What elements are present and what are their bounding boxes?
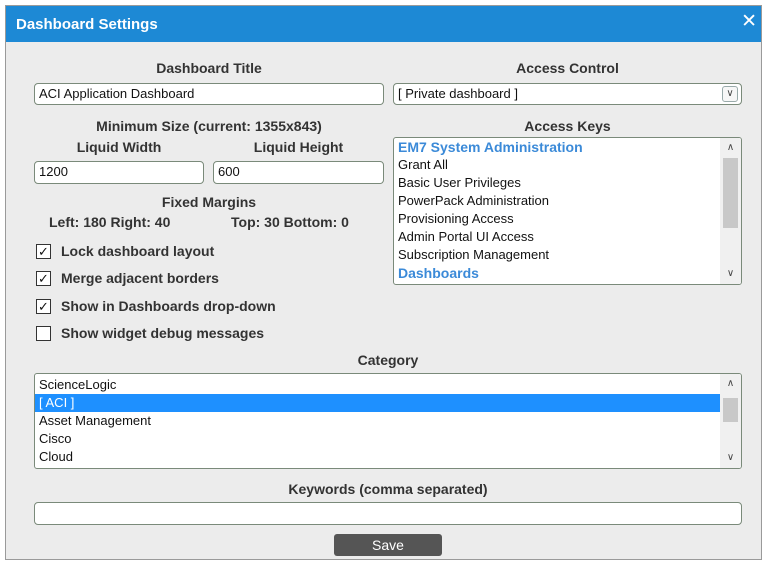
show-widget-debug-checkbox[interactable] xyxy=(36,326,51,341)
category-item-selected[interactable]: [ ACI ] xyxy=(35,394,741,412)
liquid-height-label: Liquid Height xyxy=(253,139,344,155)
category-item[interactable]: Asset Management xyxy=(35,412,741,430)
scroll-down-arrow[interactable]: ∨ xyxy=(720,266,741,282)
access-control-select[interactable]: [ Private dashboard ] ∨ xyxy=(393,83,742,105)
liquid-width-label: Liquid Width xyxy=(76,139,162,155)
merge-adjacent-borders-label: Merge adjacent borders xyxy=(61,270,219,286)
show-in-dashboards-dropdown-label: Show in Dashboards drop-down xyxy=(61,298,276,314)
dashboard-title-input[interactable]: ACI Application Dashboard xyxy=(34,83,384,105)
scroll-down-arrow[interactable]: ∨ xyxy=(720,450,741,466)
access-keys-list[interactable]: EM7 System Administration Grant All Basi… xyxy=(393,137,742,285)
lock-dashboard-layout-label: Lock dashboard layout xyxy=(61,243,215,259)
liquid-height-input[interactable]: 600 xyxy=(213,161,384,184)
keywords-input[interactable] xyxy=(34,502,742,525)
show-in-dashboards-dropdown-checkbox[interactable]: ✓ xyxy=(36,299,51,314)
show-widget-debug-label: Show widget debug messages xyxy=(61,325,265,341)
access-key-group-heading[interactable]: Dashboards xyxy=(394,264,741,282)
fixed-margins-label: Fixed Margins xyxy=(161,194,257,210)
lock-dashboard-layout-checkbox[interactable]: ✓ xyxy=(36,244,51,259)
scrollbar-thumb[interactable] xyxy=(723,158,738,228)
access-key-item[interactable]: Basic User Privileges xyxy=(394,174,741,192)
merge-adjacent-borders-checkbox[interactable]: ✓ xyxy=(36,271,51,286)
category-list[interactable]: ScienceLogic [ ACI ] Asset Management Ci… xyxy=(34,373,742,469)
access-control-value: [ Private dashboard ] xyxy=(398,86,518,101)
dashboard-settings-dialog: Dashboard Settings ✕ Dashboard Title ACI… xyxy=(5,5,762,560)
chevron-down-icon[interactable]: ∨ xyxy=(722,86,738,102)
access-key-item[interactable]: PowerPack Administration xyxy=(394,192,741,210)
dialog-title: Dashboard Settings xyxy=(16,16,158,33)
access-key-item[interactable]: Grant All xyxy=(394,156,741,174)
dialog-title-bar: Dashboard Settings ✕ xyxy=(6,6,761,42)
keywords-label: Keywords (comma separated) xyxy=(288,481,488,497)
access-key-group-heading[interactable]: EM7 System Administration xyxy=(394,138,741,156)
access-keys-scrollbar[interactable]: ∧ ∨ xyxy=(720,138,741,284)
access-key-item[interactable]: Subscription Management xyxy=(394,246,741,264)
category-item[interactable]: Cisco xyxy=(35,430,741,448)
category-scrollbar[interactable]: ∧ ∨ xyxy=(720,374,741,468)
close-icon[interactable]: ✕ xyxy=(741,12,757,31)
access-control-label: Access Control xyxy=(516,60,619,76)
category-label: Category xyxy=(357,352,419,368)
scroll-up-arrow[interactable]: ∧ xyxy=(720,376,741,392)
minimum-size-label: Minimum Size (current: 1355x843) xyxy=(96,118,322,134)
save-button[interactable]: Save xyxy=(334,534,442,556)
access-key-item[interactable]: Admin Portal UI Access xyxy=(394,228,741,246)
margins-left-right: Left: 180 Right: 40 xyxy=(49,214,171,230)
access-keys-label: Access Keys xyxy=(524,118,611,134)
access-key-item[interactable]: Provisioning Access xyxy=(394,210,741,228)
margins-top-bottom: Top: 30 Bottom: 0 xyxy=(231,214,349,230)
scrollbar-thumb[interactable] xyxy=(723,398,738,422)
dashboard-title-label: Dashboard Title xyxy=(156,60,262,76)
category-item[interactable]: Cloud xyxy=(35,448,741,466)
category-item[interactable]: ScienceLogic xyxy=(35,376,741,394)
scroll-up-arrow[interactable]: ∧ xyxy=(720,140,741,156)
liquid-width-input[interactable]: 1200 xyxy=(34,161,204,184)
